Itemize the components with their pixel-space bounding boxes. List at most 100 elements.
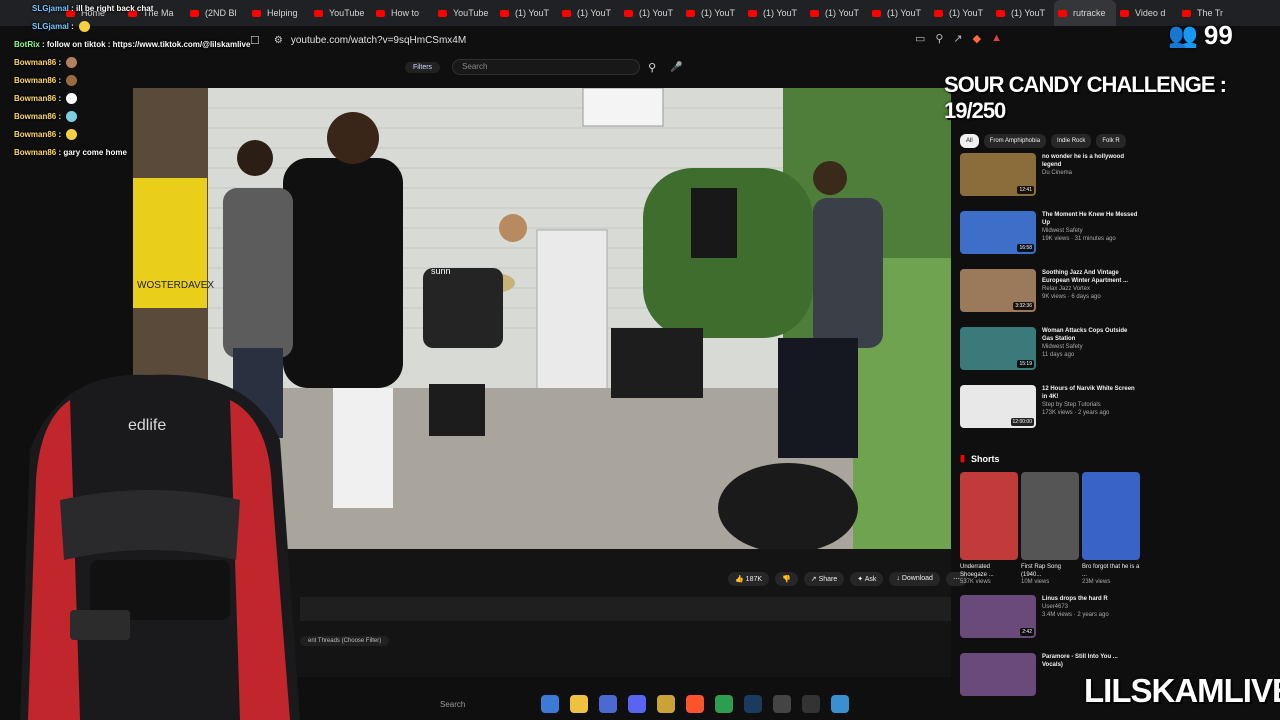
chat-message: Bowman86 : (0, 90, 260, 108)
video-thumbnail[interactable]: 3:32:36 (960, 269, 1036, 312)
filter-chip[interactable]: Indie Rock (1051, 134, 1092, 148)
cast-icon[interactable]: ▭ (915, 32, 925, 45)
channel-name[interactable]: Midwest Safety (1042, 227, 1140, 235)
youtube-favicon-icon (934, 9, 943, 17)
youtube-favicon-icon (500, 9, 509, 17)
short-thumbnail[interactable] (1082, 472, 1140, 560)
video-thumbnail[interactable]: 12:00:00 (960, 385, 1036, 428)
browser-tab[interactable]: (1) YouT (868, 0, 930, 26)
copilot-icon[interactable] (541, 695, 559, 713)
recommendation-item[interactable]: 16:58 The Moment He Knew He Messed Up Midw… (960, 211, 1140, 264)
discord-icon[interactable] (628, 695, 646, 713)
taskbar-search[interactable]: Search (440, 700, 530, 709)
ask-button[interactable]: ✦ Ask (850, 572, 884, 586)
short-item[interactable]: Bro forgot that he is a ... 23M views (1082, 472, 1140, 585)
youtube-favicon-icon (810, 9, 819, 17)
video-title[interactable]: Soothing Jazz And Vintage European Winte… (1042, 269, 1140, 285)
video-title[interactable]: Woman Attacks Cops Outside Gas Station (1042, 327, 1140, 343)
video-thumbnail[interactable]: 16:58 (960, 211, 1036, 254)
browser-tab[interactable]: (1) YouT (496, 0, 558, 26)
browser-tab[interactable]: (1) YouT (992, 0, 1054, 26)
brave-shield-icon[interactable]: ◆ (973, 32, 981, 45)
description-box[interactable] (300, 597, 951, 621)
browser-tab[interactable]: (1) YouT (806, 0, 868, 26)
steam-icon[interactable] (744, 695, 762, 713)
video-meta: 11 days ago (1042, 352, 1075, 358)
short-thumbnail[interactable] (960, 472, 1018, 560)
recommendation-item[interactable]: 12:41 no wonder he is a hollywood legend D… (960, 153, 1140, 206)
video-title[interactable]: Linus drops the hard R (1042, 595, 1109, 603)
ask-label: Ask (864, 576, 877, 583)
short-title[interactable]: Underrated Shoegaze ... (960, 563, 1018, 579)
browser-tab[interactable]: YouTube (434, 0, 496, 26)
channel-name[interactable]: Relax Jazz Vortex (1042, 285, 1140, 293)
recommendation-item[interactable]: 3:32:36 Soothing Jazz And Vintage Europea… (960, 269, 1140, 322)
download-button[interactable]: ↓ Download (889, 572, 940, 586)
microphone-icon[interactable]: 🎤 (670, 62, 682, 73)
dislike-button[interactable]: 👎 (775, 572, 798, 586)
zoom-icon[interactable]: ⚲ (935, 32, 943, 45)
rewards-icon[interactable]: ▲ (991, 32, 1002, 45)
chat-message: Bowman86 : (0, 126, 260, 144)
chat-emote-icon (66, 93, 78, 105)
channel-name[interactable]: Midwest Safety (1042, 343, 1140, 351)
short-title[interactable]: First Rap Song (1940... (1021, 563, 1079, 579)
notepad-icon[interactable] (831, 695, 849, 713)
site-info-icon[interactable]: ⚙ (274, 35, 283, 46)
video-thumbnail[interactable]: 12:41 (960, 153, 1036, 196)
browser-tab[interactable]: (1) YouT (682, 0, 744, 26)
shorts-icon: ▮ (960, 453, 965, 463)
chrome-icon[interactable] (715, 695, 733, 713)
share-icon[interactable]: ↗ (953, 32, 962, 45)
short-item[interactable]: Underrated Shoegaze ... 537K views (960, 472, 1018, 585)
video-info: Soothing Jazz And Vintage European Winte… (1042, 269, 1140, 322)
browser-tab[interactable]: (1) YouT (744, 0, 806, 26)
search-input[interactable]: Search (452, 59, 641, 75)
browser-tab[interactable]: YouTube (310, 0, 372, 26)
browser-tab[interactable]: (1) YouT (558, 0, 620, 26)
chat-emote-icon (66, 75, 78, 87)
browser-tab[interactable]: (1) YouT (620, 0, 682, 26)
chat-text: gary come home (63, 148, 127, 157)
filter-chip[interactable]: Folk R (1096, 134, 1126, 148)
chat-message: SLGjamal : ill be right back chat (0, 0, 260, 18)
channel-name[interactable]: User4673 (1042, 603, 1109, 611)
chat-separator: : (68, 22, 77, 31)
short-item[interactable]: First Rap Song (1940... 10M views (1021, 472, 1079, 585)
video-thumbnail[interactable]: 15:19 (960, 327, 1036, 370)
search-icon[interactable]: ⚲ (648, 61, 656, 74)
browser-tab[interactable]: (1) YouT (930, 0, 992, 26)
taskbar: Search (440, 692, 900, 716)
address-bar[interactable]: ☐ ⚙ youtube.com/watch?v=9sqHmCSmx4M ▭ ⚲ … (250, 28, 1002, 52)
video-title[interactable]: Paramore - Still Into You ... Vocals) (1042, 653, 1140, 669)
recommendation-item[interactable]: 2:42 Linus drops the hard R User4673 3.4M v… (960, 595, 1140, 648)
brave-icon[interactable] (686, 695, 704, 713)
url-text[interactable]: youtube.com/watch?v=9sqHmCSmx4M (291, 35, 466, 46)
4k-icon[interactable] (802, 695, 820, 713)
file-explorer-icon[interactable] (570, 695, 588, 713)
share-button[interactable]: ↗ Share (803, 572, 845, 586)
browser-tab[interactable]: How to (372, 0, 434, 26)
video-thumbnail[interactable] (960, 653, 1036, 696)
filter-chip[interactable]: From Amphiphobia (983, 134, 1047, 148)
short-title[interactable]: Bro forgot that he is a ... (1082, 563, 1140, 579)
video-title[interactable]: The Moment He Knew He Messed Up (1042, 211, 1140, 227)
channel-name[interactable]: Du Cinema (1042, 169, 1140, 177)
browser-tab[interactable]: rutracke (1054, 0, 1116, 26)
recommendation-item[interactable]: 15:19 Woman Attacks Cops Outside Gas Stat… (960, 327, 1140, 380)
recommendation-item[interactable]: 12:00:00 12 Hours of Narvik White Screen … (960, 385, 1140, 438)
chat-message: Bowman86 : gary come home (0, 144, 260, 162)
chat-separator: : (56, 130, 64, 139)
filter-chip[interactable]: All (960, 134, 979, 148)
store-icon[interactable] (599, 695, 617, 713)
app-icon[interactable] (657, 695, 675, 713)
short-thumbnail[interactable] (1021, 472, 1079, 560)
tab-label: Video d (1135, 8, 1166, 18)
filters-button[interactable]: Filters (405, 61, 441, 73)
video-title[interactable]: 12 Hours of Narvik White Screen in 4K! (1042, 385, 1140, 401)
like-button[interactable]: 👍 187K (728, 572, 770, 586)
app2-icon[interactable] (773, 695, 791, 713)
video-thumbnail[interactable]: 2:42 (960, 595, 1036, 638)
video-title[interactable]: no wonder he is a hollywood legend (1042, 153, 1140, 169)
channel-name[interactable]: Step by Step Tutorials (1042, 401, 1140, 409)
